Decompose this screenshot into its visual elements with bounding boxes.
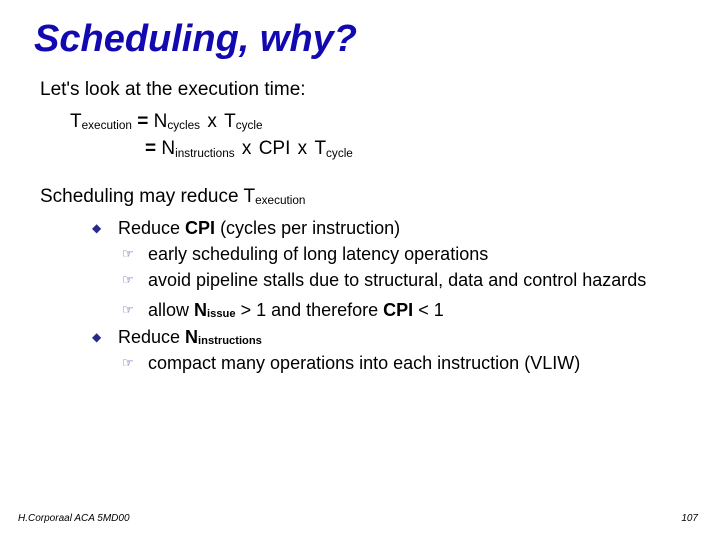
eq1-x1: x xyxy=(202,111,222,132)
b1-3-N-sub: issue xyxy=(207,308,236,320)
eq2-N-sub: instructions xyxy=(175,147,235,160)
footer: H.Corporaal ACA 5MD00 107 xyxy=(18,513,698,524)
b1-a: Reduce xyxy=(118,218,185,238)
eq1-T: T xyxy=(70,111,82,132)
b2-a: Reduce xyxy=(118,327,185,347)
slide-body: Let's look at the execution time: Texecu… xyxy=(40,77,690,375)
b1-3-a: allow xyxy=(148,300,194,320)
para2: Scheduling may reduce Texecution xyxy=(40,184,690,210)
bullet-list: Reduce CPI (cycles per instruction) earl… xyxy=(92,216,690,376)
page-number: 107 xyxy=(681,513,698,524)
para2-T-sub: execution xyxy=(255,194,305,207)
b1-b: CPI xyxy=(185,218,215,238)
eq1-T-sub: execution xyxy=(82,119,132,132)
eq2-equals: = xyxy=(145,138,161,159)
para2-text: Scheduling may reduce xyxy=(40,186,244,207)
b1-3-c: < 1 xyxy=(413,300,444,320)
para2-T: T xyxy=(244,186,256,207)
equation-line-2: = Ninstructions x CPI x Tcycle xyxy=(70,136,690,162)
eq2-T2: T xyxy=(314,138,326,159)
eq2-N: N xyxy=(161,138,175,159)
eq1-T2: T xyxy=(224,111,236,132)
eq1-equals: = xyxy=(132,111,154,132)
eq1-T2-sub: cycle xyxy=(236,119,263,132)
eq2-CPI: CPI xyxy=(259,138,291,159)
eq2-T2-sub: cycle xyxy=(326,147,353,160)
b2-N: N xyxy=(185,327,198,347)
intro-text: Let's look at the execution time: xyxy=(40,77,690,103)
subbullet-allow-nissue: allow Nissue > 1 and therefore CPI < 1 xyxy=(122,298,690,322)
slide: Scheduling, why? Let's look at the execu… xyxy=(0,0,720,540)
bullet-reduce-ninstr: Reduce Ninstructions xyxy=(92,325,690,349)
slide-title: Scheduling, why? xyxy=(34,18,690,61)
bullet-reduce-cpi: Reduce CPI (cycles per instruction) xyxy=(92,216,690,240)
b1-3-CPI: CPI xyxy=(383,300,413,320)
equation-line-1: Texecution = Ncycles x Tcycle xyxy=(70,109,690,135)
eq1-N-sub: cycles xyxy=(167,119,200,132)
b1-3-b: > 1 and therefore xyxy=(236,300,384,320)
subbullet-early-scheduling: early scheduling of long latency operati… xyxy=(122,242,690,266)
eq1-N: N xyxy=(154,111,168,132)
b1-3-N: N xyxy=(194,300,207,320)
b1-c: (cycles per instruction) xyxy=(215,218,400,238)
eq2-x2: x xyxy=(292,138,312,159)
eq2-x1: x xyxy=(237,138,257,159)
subbullet-avoid-stalls: avoid pipeline stalls due to structural,… xyxy=(122,268,690,292)
eq2-indent: = Ninstructions x CPI x Tcycle xyxy=(145,138,353,159)
subbullet-compact-ops: compact many operations into each instru… xyxy=(122,351,690,375)
b2-N-sub: instructions xyxy=(198,335,262,347)
footer-left: H.Corporaal ACA 5MD00 xyxy=(18,513,130,524)
